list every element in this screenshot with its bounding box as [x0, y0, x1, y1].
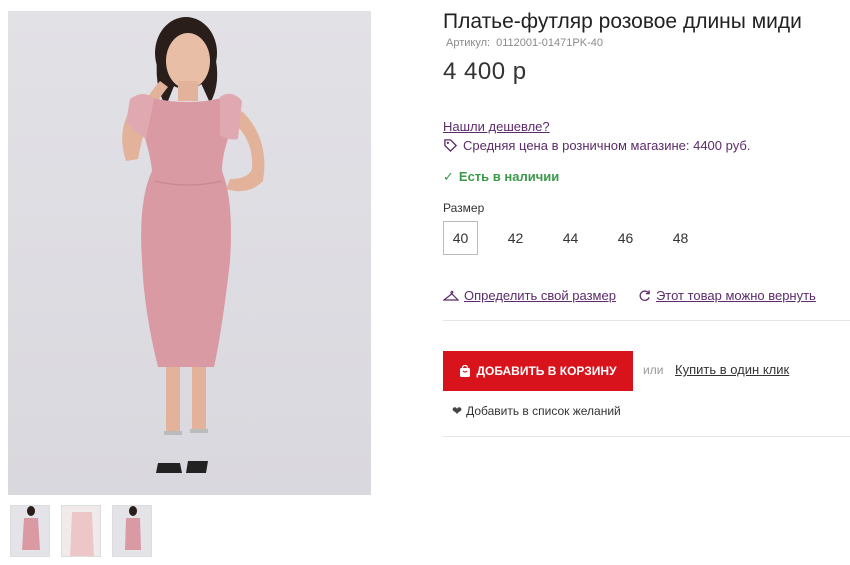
size-option-42[interactable]: 42	[498, 221, 533, 255]
size-option-48[interactable]: 48	[663, 221, 698, 255]
size-selector: 40 42 44 46 48	[443, 221, 698, 255]
model-illustration	[122, 17, 265, 473]
add-to-cart-button[interactable]: ДОБАВИТЬ В КОРЗИНУ	[443, 351, 633, 391]
price-tag-icon	[444, 139, 458, 153]
return-policy-text: Этот товар можно вернуть	[655, 288, 816, 303]
size-option-40[interactable]: 40	[443, 221, 478, 255]
thumbnail-strip	[10, 505, 152, 557]
found-cheaper-link[interactable]: Нашли дешевле?	[443, 119, 550, 134]
article-number: Артикул: 0112001-01471PK-40	[443, 37, 603, 49]
thumbnail-detail[interactable]	[61, 505, 101, 557]
thumbnail-front[interactable]	[10, 505, 50, 557]
size-option-46[interactable]: 46	[608, 221, 643, 255]
average-price-text: Средняя цена в розничном магазине: 4400 …	[463, 138, 751, 153]
add-to-wishlist[interactable]: ❤ Добавить в список желаний	[452, 404, 621, 418]
check-icon: ✓	[443, 169, 454, 184]
divider-top	[443, 320, 850, 321]
stock-status: ✓ Есть в наличии	[443, 169, 559, 185]
product-title: Платье-футляр розовое длины миди	[443, 10, 802, 33]
add-to-cart-label: ДОБАВИТЬ В КОРЗИНУ	[476, 364, 617, 378]
size-guide-text: Определить свой размер	[464, 288, 616, 303]
stock-status-text: Есть в наличии	[458, 169, 560, 184]
divider-bottom	[443, 436, 850, 437]
product-price: 4 400 р	[443, 58, 527, 85]
bag-icon	[460, 364, 471, 377]
hanger-icon	[443, 290, 459, 301]
product-main-photo[interactable]	[8, 11, 371, 495]
return-policy-link[interactable]: Этот товар можно вернуть	[638, 288, 816, 303]
wishlist-text: Добавить в список желаний	[466, 404, 621, 418]
thumbnail-back[interactable]	[112, 505, 152, 557]
size-option-44[interactable]: 44	[553, 221, 588, 255]
or-separator: или	[643, 363, 664, 377]
size-guide-link[interactable]: Определить свой размер	[443, 288, 616, 303]
article-value: 0112001-01471PK-40	[496, 37, 603, 49]
buy-one-click-link[interactable]: Купить в один клик	[675, 362, 789, 377]
average-price: Средняя цена в розничном магазине: 4400 …	[443, 138, 750, 153]
info-links: Определить свой размер Этот товар можно …	[443, 288, 816, 303]
heart-icon: ❤	[452, 404, 463, 418]
article-label: Артикул:	[446, 37, 491, 49]
return-icon	[639, 290, 650, 302]
size-label: Размер	[443, 201, 485, 215]
